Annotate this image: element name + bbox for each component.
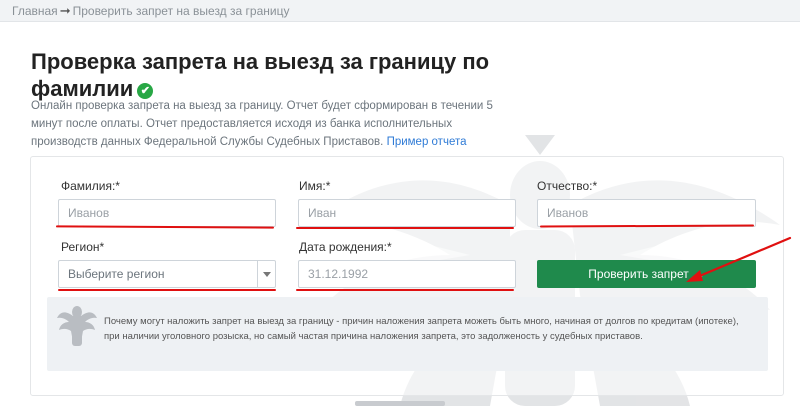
region-select[interactable]: Выберите регион (58, 260, 276, 288)
arrow-right-icon: ➞ (59, 2, 71, 18)
region-label: Регион* (61, 240, 105, 254)
name-label: Имя:* (299, 179, 331, 193)
surname-input[interactable] (58, 199, 276, 227)
sample-report-link[interactable]: Пример отчета (387, 136, 467, 148)
name-underline-annotation (296, 227, 514, 229)
region-selected-value: Выберите регион (68, 267, 165, 281)
page-description: Онлайн проверка запрета на выезд за гран… (31, 97, 501, 151)
surname-label: Фамилия:* (61, 179, 120, 193)
region-underline-annotation (58, 289, 276, 291)
patronymic-label: Отчество:* (537, 179, 598, 193)
birthdate-underline-annotation (296, 289, 514, 291)
breadcrumb-current: Проверить запрет на выезд за границу (72, 3, 290, 18)
breadcrumb-home-link[interactable]: Главная (12, 4, 58, 18)
patronymic-input[interactable] (537, 199, 756, 227)
name-input[interactable] (298, 199, 516, 227)
check-ban-button[interactable]: Проверить запрет → (537, 260, 756, 288)
page-title: Проверка запрета на выезд за границу по … (31, 48, 491, 102)
breadcrumb: Главная ➞ Проверить запрет на выезд за г… (0, 0, 800, 22)
page-title-text: Проверка запрета на выезд за границу по … (31, 49, 490, 101)
chevron-down-icon[interactable] (257, 261, 275, 287)
check-ban-button-label: Проверить запрет (588, 267, 689, 281)
birthdate-input[interactable] (298, 260, 516, 288)
horizontal-scrollbar[interactable] (355, 401, 445, 406)
birthdate-label: Дата рождения:* (299, 240, 392, 254)
info-text: Почему могут наложить запрет на выезд за… (104, 316, 739, 342)
arrow-right-icon: → (692, 267, 705, 281)
emblem-icon (57, 306, 97, 346)
